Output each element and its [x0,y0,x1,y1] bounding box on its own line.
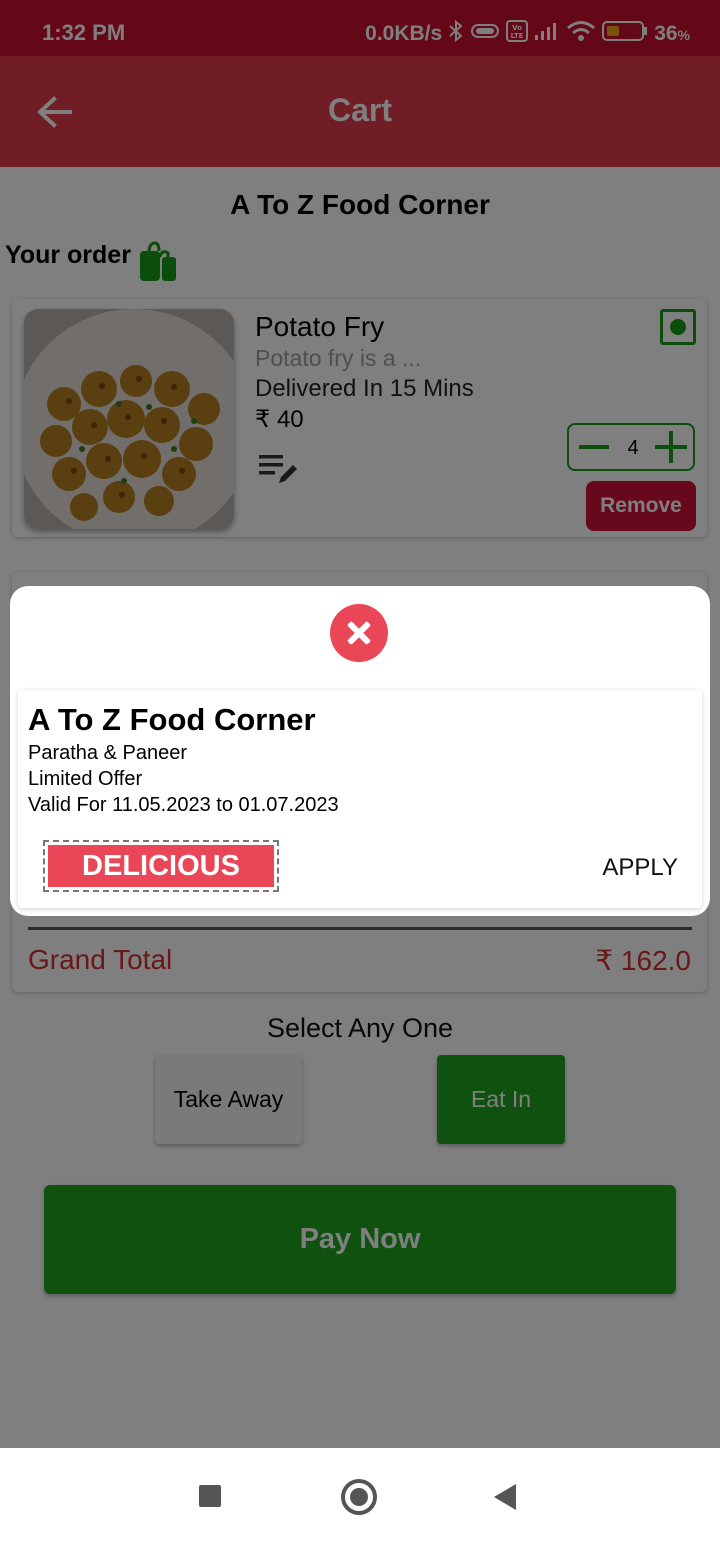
coupon-offer: Limited Offer [28,768,143,790]
nav-back-icon[interactable] [494,1484,516,1510]
coupon-card: A To Z Food Corner Paratha & Paneer Limi… [18,690,702,908]
close-icon[interactable] [330,604,388,662]
system-nav-bar [0,1448,720,1544]
coupon-code-box: DELICIOUS [43,840,279,892]
recents-icon[interactable] [199,1485,221,1507]
coupon-dialog: A To Z Food Corner Paratha & Paneer Limi… [10,586,710,916]
apply-coupon-button[interactable]: APPLY [602,854,678,882]
coupon-items: Paratha & Paneer [28,742,187,764]
coupon-validity: Valid For 11.05.2023 to 01.07.2023 [28,794,339,816]
coupon-code: DELICIOUS [48,845,274,887]
home-icon[interactable] [341,1479,377,1515]
coupon-restaurant-name: A To Z Food Corner [28,702,316,737]
